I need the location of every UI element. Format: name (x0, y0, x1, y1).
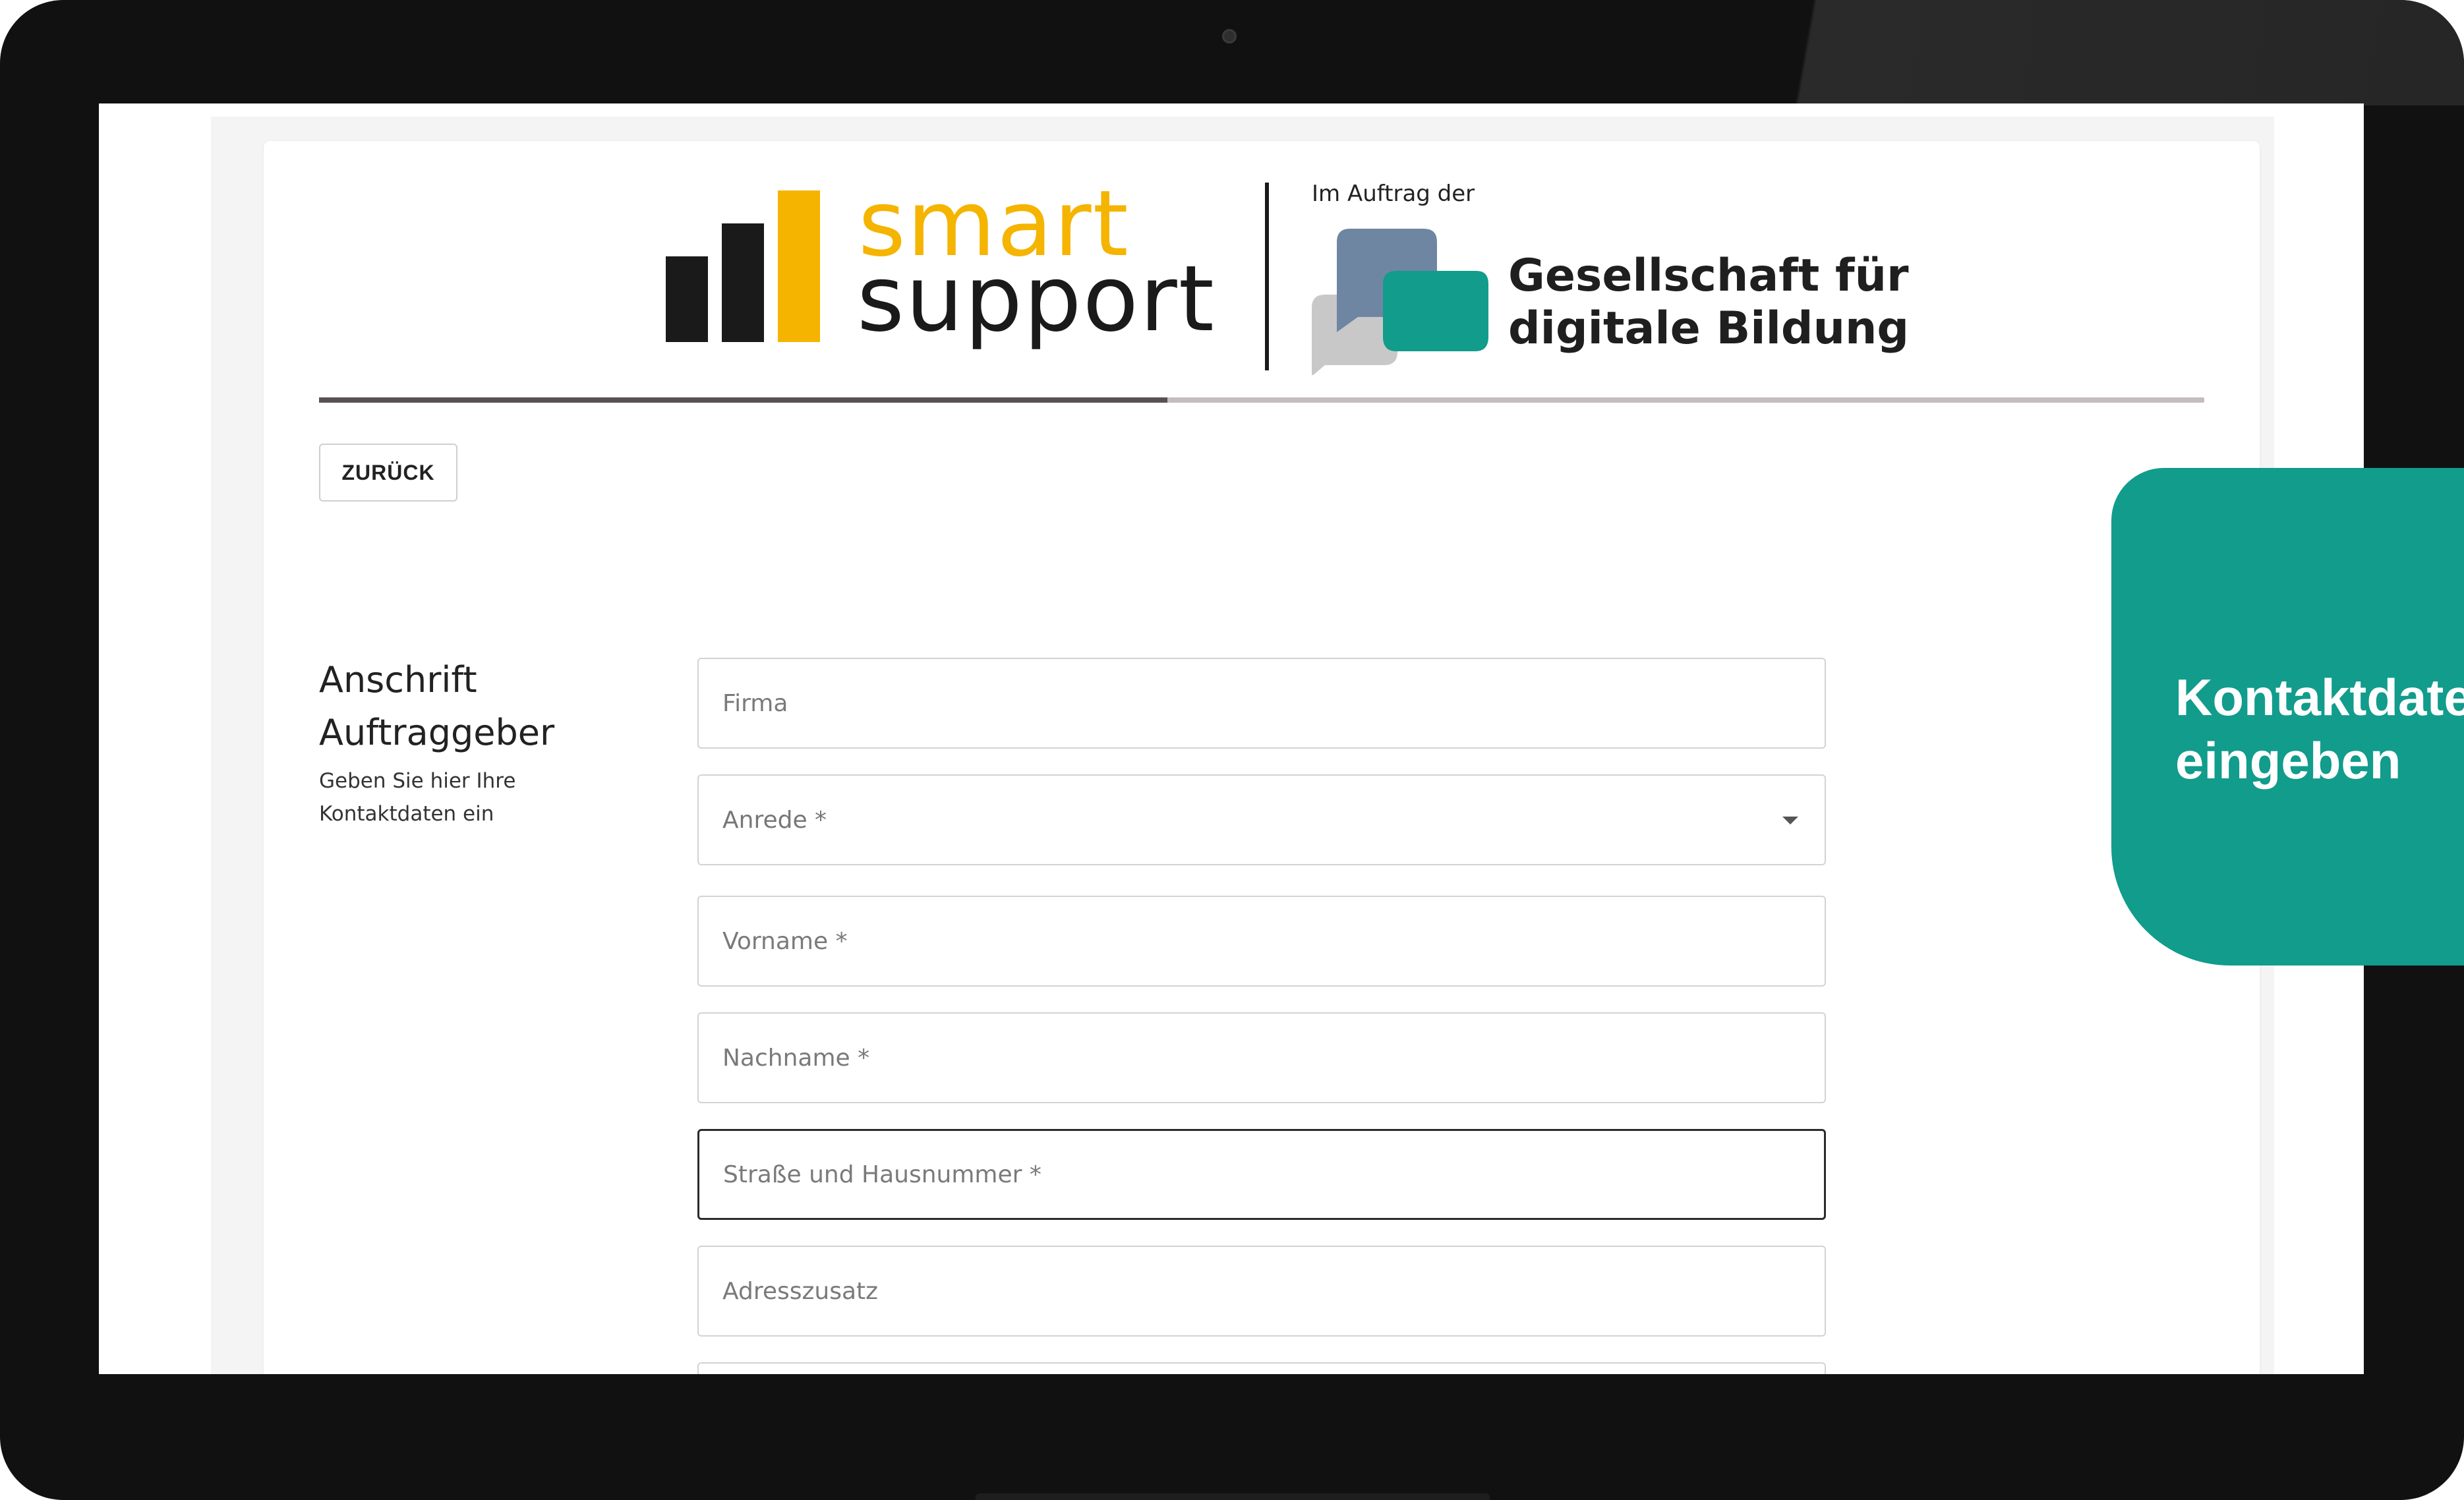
last-name-field[interactable] (697, 1012, 1826, 1103)
logo-word-support: support (857, 246, 1216, 352)
next-field[interactable] (697, 1362, 1826, 1374)
tablet-frame: smart support Im Auftrag der Gesellschaf… (0, 0, 2464, 1500)
logo-bar (778, 190, 820, 342)
logo-divider (1265, 183, 1269, 370)
first-name-input[interactable] (722, 927, 1825, 955)
callout-text: Kontaktdaten eingeben (2175, 666, 2464, 792)
smart-support-logo: smart support (666, 179, 1216, 368)
camera-icon (1222, 29, 1237, 43)
company-field[interactable] (697, 658, 1826, 749)
bezel-reflection (1739, 0, 2464, 105)
section-subtitle-line: Geben Sie hier Ihre (319, 769, 516, 793)
address-extra-field[interactable] (697, 1246, 1826, 1337)
section-title-line: Auftraggeber (319, 712, 555, 753)
street-field[interactable] (697, 1129, 1826, 1220)
progress-bar (319, 397, 2204, 403)
callout-line: Kontaktdaten (2175, 668, 2464, 726)
last-name-input[interactable] (722, 1044, 1825, 1072)
chevron-down-icon[interactable] (1782, 817, 1798, 824)
speech-bubbles-icon (1312, 223, 1490, 376)
commission-label: Im Auftrag der (1312, 181, 1475, 207)
screen: smart support Im Auftrag der Gesellschaf… (99, 103, 2364, 1374)
section-title: Anschrift Auftraggeber (319, 654, 662, 759)
company-input[interactable] (722, 689, 1825, 717)
bezel-notch (976, 1493, 1490, 1500)
back-button[interactable]: ZURÜCK (319, 444, 457, 502)
salutation-value: Anrede * (722, 806, 827, 834)
progress-fill (319, 397, 1167, 403)
gdb-logo-line: digitale Bildung (1508, 303, 1910, 355)
bar-chart-icon (666, 190, 824, 342)
callout-line: eingeben (2175, 732, 2401, 790)
gdb-logo-line: Gesellschaft für (1508, 250, 1909, 302)
logo-bar (666, 256, 708, 342)
first-name-field[interactable] (697, 896, 1826, 987)
address-extra-input[interactable] (722, 1277, 1825, 1305)
section-subtitle: Geben Sie hier Ihre Kontaktdaten ein (319, 764, 583, 830)
salutation-select[interactable]: Anrede * (697, 774, 1826, 865)
section-title-line: Anschrift (319, 659, 477, 701)
section-subtitle-line: Kontaktdaten ein (319, 802, 494, 826)
gdb-logo-text: Gesellschaft für digitale Bildung (1508, 250, 1909, 355)
street-input[interactable] (723, 1161, 1824, 1188)
logo-bar (722, 223, 764, 342)
